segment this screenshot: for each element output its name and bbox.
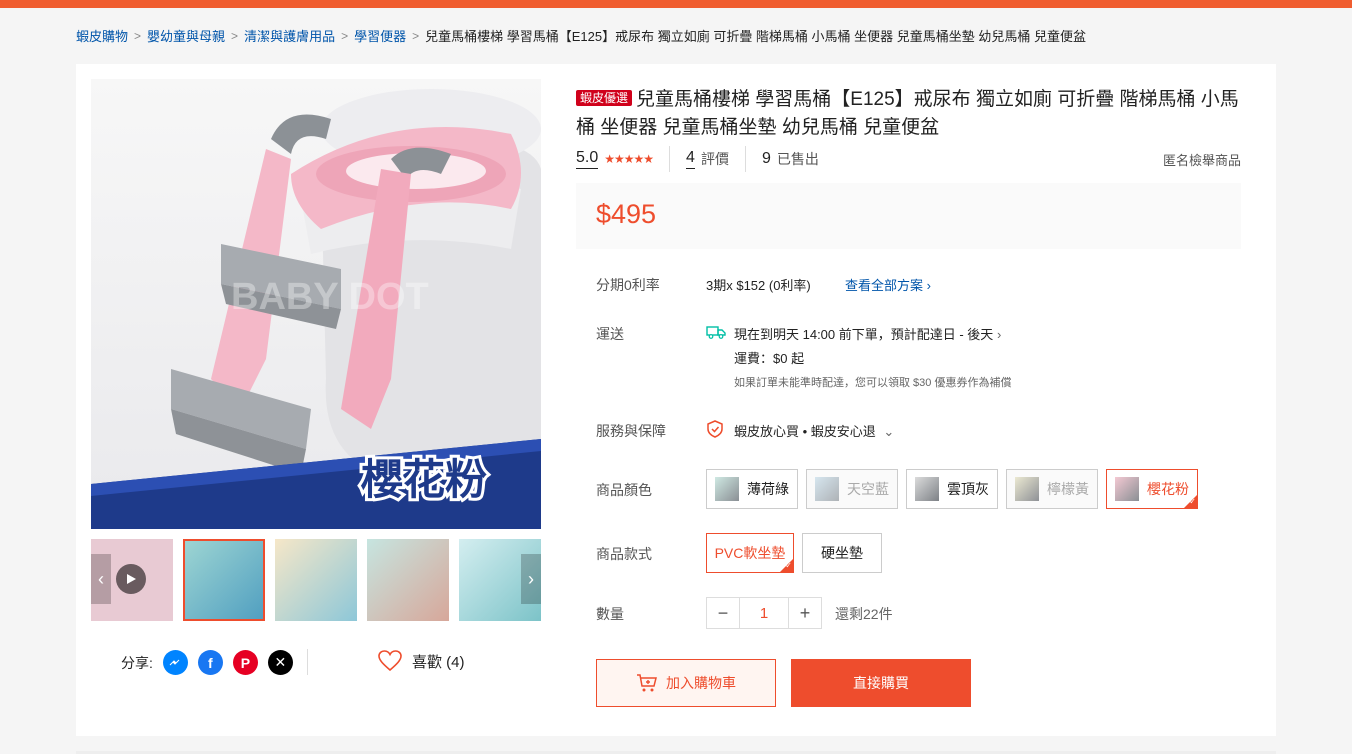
product-title-text: 兒童馬桶樓梯 學習馬桶【E125】戒尿布 獨立如廁 可折疊 階梯馬桶 小馬桶 坐…: [576, 89, 1239, 138]
divider: [669, 146, 671, 172]
add-to-cart-button[interactable]: 加入購物車: [596, 659, 776, 707]
truck-icon: [706, 326, 726, 339]
selected-check-icon: [780, 559, 793, 572]
installment-label: 分期0利率: [596, 277, 660, 293]
color-option-label: 櫻花粉: [1147, 481, 1189, 497]
color-option-label: 檸檬黃: [1047, 481, 1089, 497]
color-option-mint[interactable]: 薄荷綠: [706, 469, 798, 509]
shipping-eta-text: 現在到明天 14:00 前下單，預計配達日 - 後天: [734, 327, 994, 342]
color-option-gray[interactable]: 雲頂灰: [906, 469, 998, 509]
color-option-label: 薄荷綠: [747, 481, 789, 497]
cart-icon: [637, 674, 657, 692]
style-option-label: 硬坐墊: [821, 545, 863, 561]
like-button[interactable]: 喜歡 (4): [378, 650, 465, 672]
color-option-label: 雲頂灰: [947, 481, 989, 497]
breadcrumb-home[interactable]: 蝦皮購物: [76, 26, 128, 45]
color-label: 商品顏色: [596, 482, 652, 498]
color-option-image: [915, 477, 939, 501]
color-option-image: [1115, 477, 1139, 501]
color-option-image: [1015, 477, 1039, 501]
color-option-sky-blue[interactable]: 天空藍: [806, 469, 898, 509]
messenger-icon[interactable]: [162, 650, 188, 675]
style-option-hard[interactable]: 硬坐墊: [802, 533, 882, 573]
color-option-image: [815, 477, 839, 501]
guarantee-value: 蝦皮放心買 • 蝦皮安心退: [734, 424, 876, 439]
price: $495: [596, 199, 657, 229]
main-product-image[interactable]: BABY DOT 櫻花粉: [91, 79, 541, 529]
divider: [744, 146, 746, 172]
sold-label: 已售出: [776, 151, 819, 167]
chevron-right-icon: ›: [996, 327, 1002, 342]
stock-text: 還剩22件: [835, 606, 893, 622]
like-label: 喜歡 (4): [412, 653, 465, 671]
heart-icon: [378, 650, 402, 672]
quantity-stepper: − 1 +: [706, 597, 822, 629]
pinterest-icon[interactable]: P: [232, 650, 258, 675]
guarantee-label: 服務與保障: [596, 423, 666, 439]
shipping-label: 運送: [596, 326, 624, 342]
chevron-right-icon: >: [134, 28, 142, 43]
share-row: 分享: f P ✕: [121, 650, 293, 675]
installment-link[interactable]: 查看全部方案 ›: [845, 275, 931, 294]
image-caption: 櫻花粉: [360, 455, 487, 504]
color-option-pink[interactable]: 櫻花粉: [1106, 469, 1198, 509]
buy-now-button[interactable]: 直接購買: [791, 659, 971, 707]
style-option-pvc[interactable]: PVC軟坐墊: [706, 533, 794, 573]
play-icon[interactable]: [116, 564, 146, 594]
breadcrumb-current: 兒童馬桶樓梯 學習馬桶【E125】戒尿布 獨立如廁 可折疊 階梯馬桶 小馬桶 坐…: [425, 29, 1086, 44]
quantity-label: 數量: [596, 606, 624, 622]
minus-icon[interactable]: −: [707, 598, 739, 628]
buy-now-label: 直接購買: [853, 675, 909, 691]
share-label: 分享:: [121, 654, 153, 671]
color-option-lemon[interactable]: 檸檬黃: [1006, 469, 1098, 509]
price-box: $495: [576, 183, 1241, 249]
thumbnail-image[interactable]: [183, 539, 265, 621]
chevron-right-icon: ›: [926, 278, 931, 293]
rating-value[interactable]: 5.0: [576, 149, 599, 169]
plus-icon[interactable]: +: [789, 598, 821, 628]
breadcrumb-leaf-category[interactable]: 學習便器: [354, 26, 406, 45]
chevron-down-icon: ⌄: [883, 424, 895, 439]
guarantee-dropdown[interactable]: 蝦皮放心買 • 蝦皮安心退 ⌄: [734, 421, 894, 440]
thumbnail-image[interactable]: [275, 539, 357, 621]
chevron-left-icon[interactable]: ‹: [91, 554, 111, 604]
color-option-label: 天空藍: [847, 481, 889, 497]
installment-value: 3期x $152 (0利率): [706, 278, 811, 293]
shipping-note: 如果訂單未能準時配達，您可以領取 $30 優惠券作為補償: [734, 377, 1012, 389]
star-rating-icon: ★★★★★: [604, 152, 654, 166]
product-stats: 5.0 ★★★★★ 4 評價 9 已售出 匿名檢舉商品: [576, 146, 1241, 172]
shield-icon: [707, 420, 723, 438]
report-link[interactable]: 匿名檢舉商品: [1163, 150, 1241, 169]
product-card: BABY DOT 櫻花粉 ‹ › 分享: f P ✕ 喜歡 (4) 蝦皮優選 兒童…: [76, 64, 1276, 736]
reviews-count[interactable]: 4: [686, 149, 695, 169]
x-twitter-icon[interactable]: ✕: [267, 650, 293, 675]
installment-link-text: 查看全部方案: [845, 278, 924, 293]
shipping-fee: 運費：$0 起: [734, 351, 805, 366]
add-to-cart-label: 加入購物車: [666, 675, 736, 691]
chevron-right-icon: >: [231, 28, 239, 43]
chevron-right-icon: >: [341, 28, 349, 43]
selected-check-icon: [1184, 495, 1197, 508]
color-option-image: [715, 477, 739, 501]
product-title: 蝦皮優選 兒童馬桶樓梯 學習馬桶【E125】戒尿布 獨立如廁 可折疊 階梯馬桶 小…: [576, 86, 1241, 142]
breadcrumb-subcategory[interactable]: 清潔與護膚用品: [244, 26, 335, 45]
reviews-label: 評價: [700, 151, 729, 167]
style-label: 商品款式: [596, 546, 652, 562]
sold-count: 9: [761, 150, 771, 167]
preferred-badge: 蝦皮優選: [576, 90, 633, 106]
facebook-icon[interactable]: f: [197, 650, 223, 675]
quantity-input[interactable]: 1: [739, 598, 789, 628]
breadcrumb-category[interactable]: 嬰幼童與母親: [147, 26, 225, 45]
thumbnail-strip: [91, 539, 541, 621]
chevron-right-icon: >: [412, 28, 420, 43]
shipping-eta[interactable]: 現在到明天 14:00 前下單，預計配達日 - 後天 ›: [734, 324, 1001, 343]
chevron-right-icon[interactable]: ›: [521, 554, 541, 604]
breadcrumb: 蝦皮購物 > 嬰幼童與母親 > 清潔與護膚用品 > 學習便器 > 兒童馬桶樓梯 …: [76, 26, 1086, 45]
style-option-label: PVC軟坐墊: [714, 545, 786, 561]
top-bar: [0, 0, 1352, 8]
divider: [307, 649, 308, 675]
watermark-text: BABY DOT: [231, 276, 429, 318]
thumbnail-image[interactable]: [367, 539, 449, 621]
